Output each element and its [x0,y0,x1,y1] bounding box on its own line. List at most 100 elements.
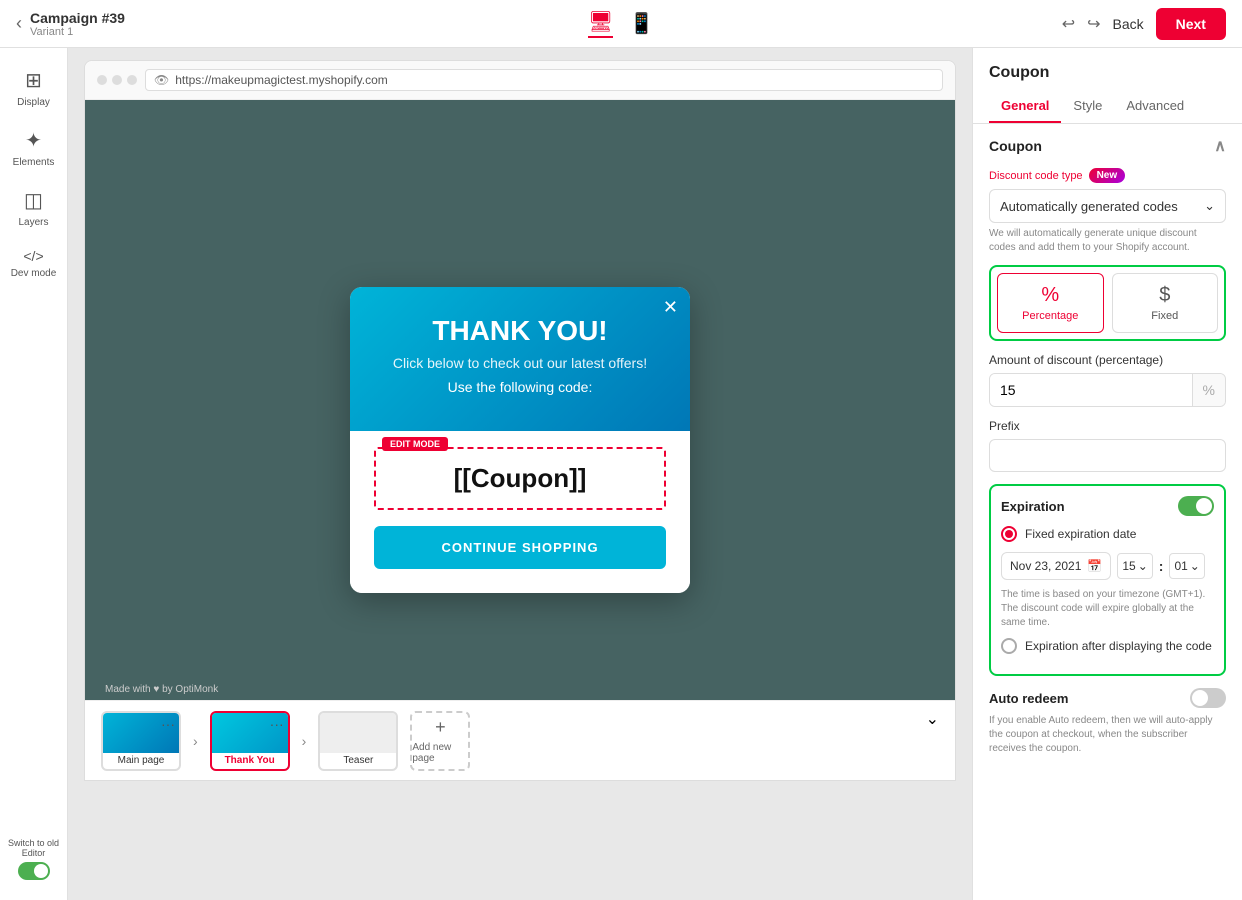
popup-subtitle: Click below to check out our latest offe… [374,355,666,371]
page-arrow: › [193,733,198,749]
panel-tabs: General Style Advanced [973,90,1242,124]
sidebar-item-devmode[interactable]: </> Dev mode [4,240,64,287]
browser-dots [97,75,137,85]
coupon-popup: ✕ THANK YOU! Click below to check out ou… [350,287,690,593]
tab-general[interactable]: General [989,90,1061,123]
coupon-box-wrapper: EDIT MODE [[Coupon]] [374,447,666,510]
mobile-device-icon[interactable]: 📱 [629,11,654,36]
amount-input[interactable] [990,374,1192,406]
continue-shopping-button[interactable]: CONTINUE SHOPPING [374,526,666,569]
hour-select[interactable]: 15 ⌄ [1117,553,1152,579]
calendar-icon: 📅 [1087,559,1102,573]
auto-redeem-section: Auto redeem If you enable Auto redeem, t… [989,688,1226,756]
page-thumb-dots-ty[interactable]: ··· [270,716,284,732]
dropdown-selected-value: Automatically generated codes [1000,199,1178,214]
devmode-icon: </> [23,248,43,264]
expiration-toggle[interactable] [1178,496,1214,516]
prefix-label: Prefix [989,419,1226,433]
minute-select[interactable]: 01 ⌄ [1169,553,1204,579]
amount-label: Amount of discount (percentage) [989,353,1226,367]
minute-chevron: ⌄ [1190,559,1200,573]
tab-advanced[interactable]: Advanced [1114,90,1196,123]
discount-code-type-row: Discount code type New [989,168,1226,183]
discount-code-type-label: Discount code type [989,170,1083,182]
browser-url-bar[interactable]: 👁 https://makeupmagictest.myshopify.com [145,69,943,91]
dot-1 [97,75,107,85]
discount-type-dropdown[interactable]: Automatically generated codes ⌄ [989,189,1226,223]
after-display-radio-button[interactable] [1001,638,1017,654]
top-bar: ‹ Campaign #39 Variant 1 🖥 📱 ↩ ↪ Back Ne… [0,0,1242,48]
fixed-date-radio-button[interactable] [1001,526,1017,542]
coupon-section-header: Coupon ∧ [989,136,1226,156]
auto-redeem-row: Auto redeem [989,688,1226,708]
campaign-back-arrow[interactable]: ‹ [16,13,22,34]
top-bar-left: ‹ Campaign #39 Variant 1 [16,10,411,38]
percentage-type-button[interactable]: % Percentage [997,273,1104,333]
main-layout: ⊞ Display ✦ Elements ◫ Layers </> Dev mo… [0,48,1242,900]
auto-redeem-toggle[interactable] [1190,688,1226,708]
amount-input-row: % [989,373,1226,407]
fixed-label: Fixed [1151,310,1178,322]
left-sidebar: ⊞ Display ✦ Elements ◫ Layers </> Dev mo… [0,48,68,900]
browser-toolbar: 👁 https://makeupmagictest.myshopify.com [85,61,955,100]
page-thumb-teaser[interactable]: Teaser [318,711,398,771]
dropdown-chevron: ⌄ [1204,198,1215,214]
sidebar-item-layers[interactable]: ◫ Layers [4,180,64,236]
display-icon: ⊞ [25,68,42,93]
back-button[interactable]: Back [1113,16,1144,32]
sidebar-item-label: Dev mode [11,268,57,279]
sidebar-item-label: Elements [13,157,55,168]
collapse-icon[interactable]: ∧ [1214,136,1226,156]
after-display-radio-label: Expiration after displaying the code [1025,639,1212,653]
date-picker[interactable]: Nov 23, 2021 📅 [1001,552,1111,580]
redo-icon[interactable]: ↪ [1087,14,1100,34]
popup-close-button[interactable]: ✕ [663,297,678,318]
prefix-input[interactable] [989,439,1226,472]
page-thumb-main[interactable]: ··· Main page [101,711,181,771]
fixed-type-button[interactable]: $ Fixed [1112,273,1219,333]
url-text: https://makeupmagictest.myshopify.com [175,73,388,87]
fixed-date-radio-label: Fixed expiration date [1025,527,1136,541]
date-time-row: Nov 23, 2021 📅 15 ⌄ : 01 ⌄ [1001,552,1214,580]
pages-bar: ··· Main page › ··· Thank You › [85,700,955,780]
dot-3 [127,75,137,85]
page-thumb-dots[interactable]: ··· [161,716,175,732]
switch-label: Switch to old Editor [8,838,60,858]
switch-to-old-editor[interactable]: Switch to old Editor [4,830,64,888]
tab-style[interactable]: Style [1061,90,1114,123]
old-editor-toggle[interactable] [18,862,50,880]
add-new-page-button[interactable]: + Add new page [410,711,470,771]
layers-icon: ◫ [24,188,43,213]
campaign-title: Campaign #39 [30,10,125,26]
expiration-label: Expiration [1001,499,1065,514]
edit-mode-badge: EDIT MODE [382,437,448,451]
sidebar-item-label: Display [17,97,50,108]
fixed-expiration-radio: Fixed expiration date [1001,526,1214,542]
sidebar-item-display[interactable]: ⊞ Display [4,60,64,116]
percentage-suffix: % [1192,374,1225,406]
undo-icon[interactable]: ↩ [1062,14,1075,34]
sidebar-item-label: Layers [18,217,48,228]
discount-help-text: We will automatically generate unique di… [989,227,1226,255]
amount-section: Amount of discount (percentage) % [989,353,1226,407]
sidebar-item-elements[interactable]: ✦ Elements [4,120,64,176]
browser-chrome: 👁 https://makeupmagictest.myshopify.com … [84,60,956,781]
coupon-section: Coupon ∧ Discount code type New Automati… [973,124,1242,768]
coupon-code-box[interactable]: [[Coupon]] [374,447,666,510]
add-page-label: Add new page [412,742,468,764]
auto-redeem-help: If you enable Auto redeem, then we will … [989,714,1226,756]
made-with-label: Made with ♥ by OptiMonk [105,684,218,695]
popup-code-label: Use the following code: [374,379,666,395]
panel-title: Coupon [973,48,1242,82]
campaign-info: Campaign #39 Variant 1 [30,10,125,38]
desktop-device-icon[interactable]: 🖥 [588,9,613,38]
pages-dropdown-arrow[interactable]: ⌄ [926,709,939,729]
add-page-icon: + [435,717,446,738]
top-bar-center: 🖥 📱 [423,9,818,38]
popup-title: THANK YOU! [374,315,666,347]
dot-2 [112,75,122,85]
next-button[interactable]: Next [1156,8,1226,40]
page-thumb-thankyou[interactable]: ··· Thank You [210,711,290,771]
fixed-icon: $ [1119,284,1212,307]
page-arrow-2: › [302,733,307,749]
